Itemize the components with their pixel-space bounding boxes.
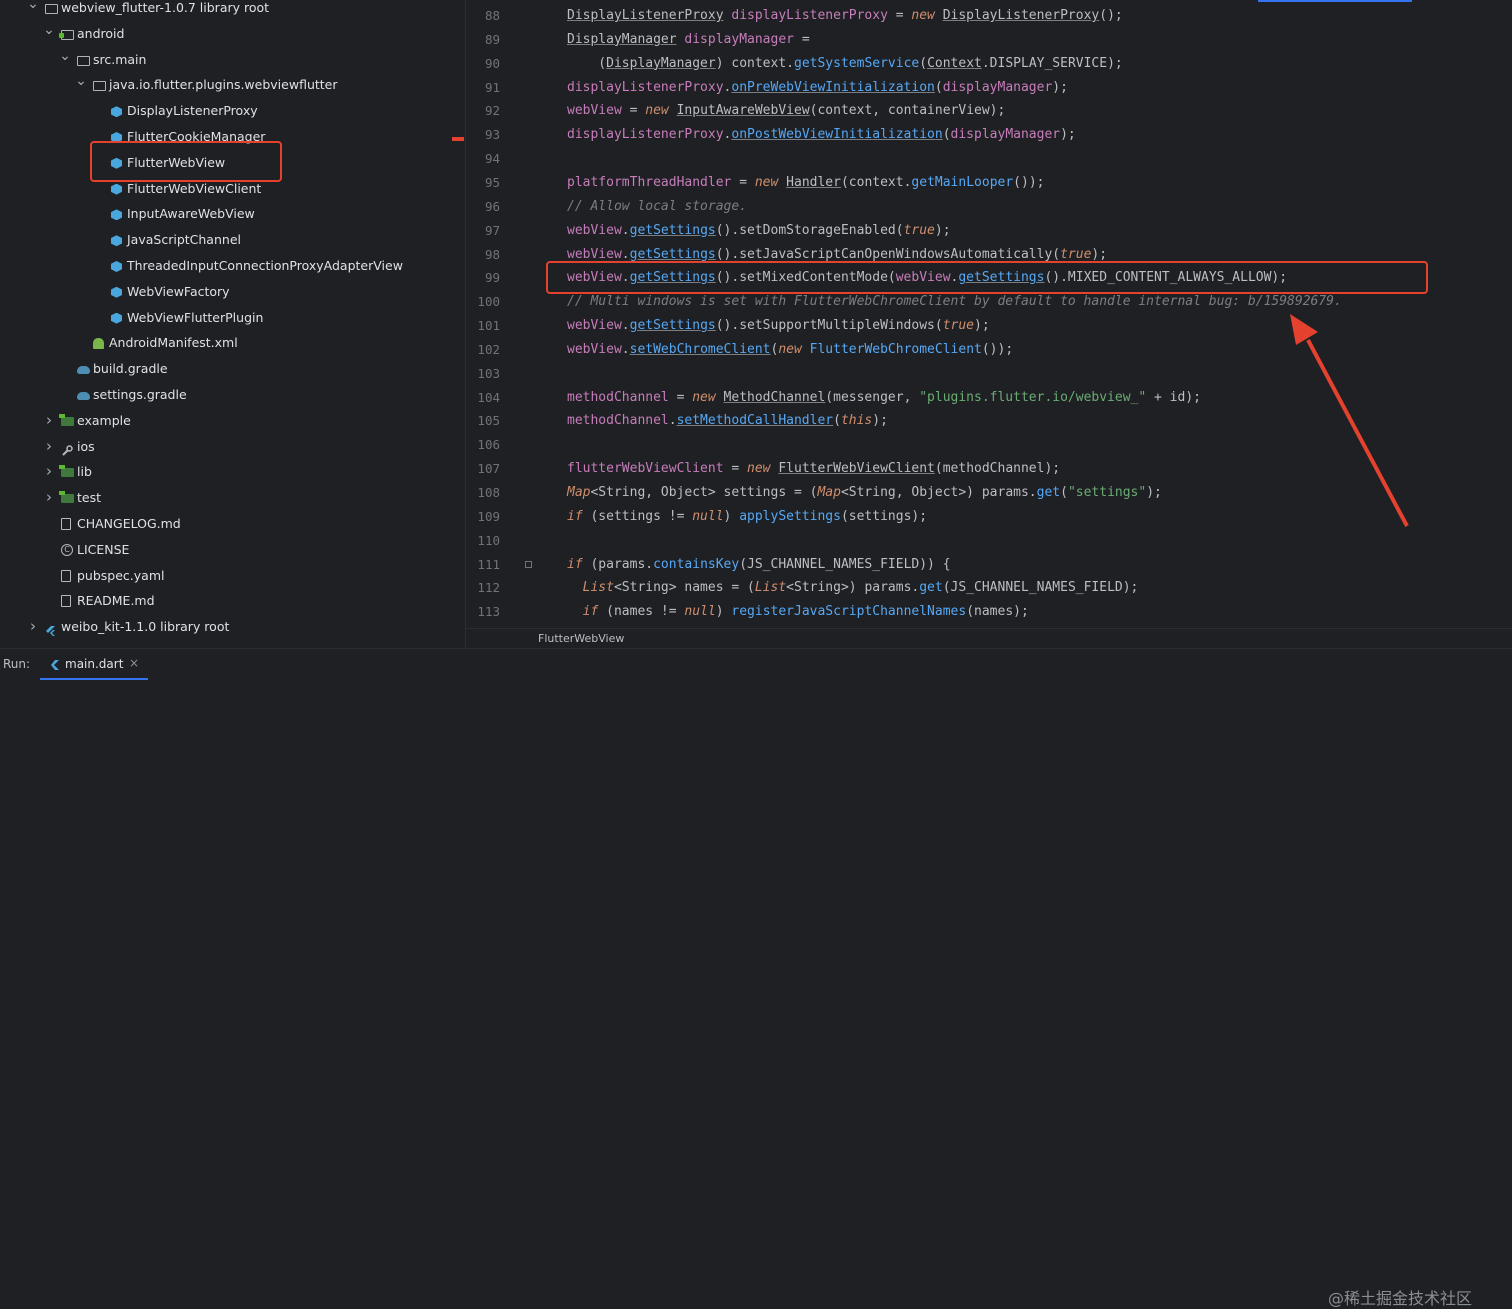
watermark: @稀土掘金技术社区 [1328, 1289, 1473, 1308]
annotation-arrow [1290, 314, 1409, 527]
ide-window: ⌄ webview_flutter-1.0.7 library root ⌄ andr… [0, 0, 1512, 1308]
